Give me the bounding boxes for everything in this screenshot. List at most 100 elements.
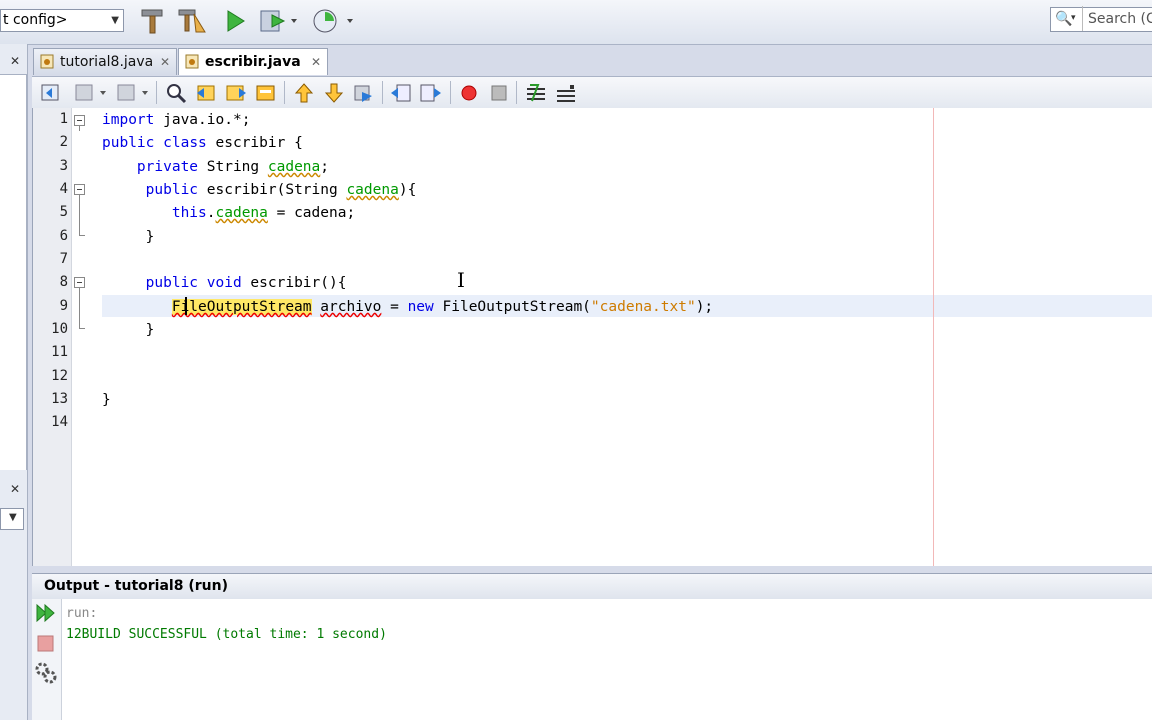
main-toolbar: t config> ▼ 🔍 ▾ Search (C [0, 0, 1152, 45]
output-window-header: Output - tutorial8 (run) [32, 573, 1152, 600]
left-panel-close-icon[interactable]: ✕ [0, 50, 26, 74]
code-editor[interactable]: 1 2 3 4 5 6 7 8 9 10 11 12 13 14 import … [32, 108, 1152, 566]
tab-escribir-java[interactable]: escribir.java ✕ [178, 48, 328, 75]
search-field[interactable]: 🔍 ▾ Search (C [1050, 6, 1152, 32]
keyword: class [163, 135, 207, 151]
rerun-icon[interactable] [34, 602, 58, 624]
tab-tutorial8-java[interactable]: tutorial8.java ✕ [33, 48, 177, 75]
fold-toggle-icon[interactable] [74, 115, 85, 126]
variable-name: archivo [320, 299, 382, 315]
output-line: 12BUILD SUCCESSFUL (total time: 1 second… [66, 627, 387, 642]
editor-toolbar [32, 76, 1152, 110]
java-file-icon [185, 54, 199, 69]
code-line: public escribir(String cadena){ [145, 182, 417, 198]
field-reference: cadena [267, 159, 321, 175]
find-previous-icon[interactable] [195, 82, 219, 104]
field-reference: cadena [346, 182, 399, 198]
line-number: 2 [59, 134, 68, 150]
line-number: 12 [51, 368, 68, 384]
close-icon[interactable]: ✕ [311, 49, 321, 75]
line-number: 10 [51, 321, 68, 337]
line-number: 8 [59, 274, 68, 290]
line-number: 11 [51, 344, 68, 360]
debug-icon[interactable] [258, 6, 300, 36]
unresolved-type: FileOutputStream [171, 299, 312, 315]
line-number: 7 [59, 251, 68, 267]
line-number: 9 [59, 298, 68, 314]
projects-panel [0, 74, 27, 470]
hammer-icon[interactable] [138, 6, 166, 36]
editor-tabs: tutorial8.java ✕ escribir.java ✕ [30, 48, 1152, 76]
record-macro-icon[interactable] [458, 82, 480, 104]
toggle-highlight-icon[interactable] [254, 82, 278, 104]
previous-bookmark-icon[interactable] [292, 82, 316, 104]
code-line: private String cadena; [136, 159, 329, 175]
line-number: 6 [59, 228, 68, 244]
keyword: void [206, 275, 242, 291]
comment-icon[interactable] [524, 82, 548, 104]
clean-build-icon[interactable] [176, 6, 208, 36]
field-reference: cadena [215, 205, 268, 221]
code-line: } [102, 392, 111, 408]
fold-toggle-icon[interactable] [74, 184, 85, 195]
mouse-ibeam-cursor-icon: I [457, 268, 465, 292]
close-icon[interactable]: ✕ [10, 482, 20, 496]
keyword: private [136, 159, 199, 175]
next-bookmark-icon[interactable] [322, 82, 346, 104]
toggle-bookmark-icon[interactable] [352, 82, 376, 104]
uncomment-icon[interactable] [554, 82, 578, 104]
stop-icon[interactable] [34, 632, 58, 654]
keyword: import [102, 112, 155, 128]
line-number: 13 [51, 391, 68, 407]
find-next-icon[interactable] [224, 82, 248, 104]
line-number: 4 [59, 181, 68, 197]
search-placeholder: Search (C [1088, 11, 1152, 27]
keyword: public [145, 182, 199, 198]
code-line: public class escribir { [102, 135, 303, 151]
settings-gear-icon[interactable] [34, 661, 58, 685]
code-line: public void escribir(){ [145, 275, 347, 291]
string-literal: "cadena.txt" [590, 299, 696, 315]
chevron-down-icon[interactable]: ▼ [111, 10, 119, 31]
output-title: Output - tutorial8 (run) [44, 578, 228, 594]
fold-toggle-icon[interactable] [74, 277, 85, 288]
profile-icon[interactable] [310, 6, 356, 36]
navigator-select[interactable]: ▼ [0, 508, 24, 530]
output-window[interactable]: run: 12BUILD SUCCESSFUL (total time: 1 s… [32, 599, 1152, 720]
line-number-gutter: 1 2 3 4 5 6 7 8 9 10 11 12 13 14 [33, 108, 85, 566]
keyword: this [171, 205, 207, 221]
forward-icon[interactable] [116, 82, 150, 104]
code-line: this.cadena = cadena; [171, 205, 356, 221]
line-number: 3 [59, 158, 68, 174]
java-file-icon [40, 54, 54, 69]
configuration-value: t config> [3, 12, 68, 28]
code-line: FileOutputStream archivo = new FileOutpu… [171, 299, 714, 315]
shift-right-icon[interactable] [419, 82, 443, 104]
code-line: } [102, 322, 155, 338]
code-line: import java.io.*; [102, 112, 251, 128]
navigator-panel-header: ✕ ▼ [0, 476, 26, 532]
back-icon[interactable] [74, 82, 108, 104]
stop-macro-icon[interactable] [488, 82, 510, 104]
history-icon[interactable] [40, 82, 64, 104]
output-line: run: [66, 606, 98, 621]
text-caret [185, 297, 187, 315]
chevron-down-icon: ▾ [1071, 13, 1076, 23]
run-icon[interactable] [222, 6, 248, 36]
keyword: public [102, 135, 155, 151]
find-icon[interactable] [165, 82, 189, 104]
output-toolbar [32, 599, 62, 720]
line-number: 5 [59, 204, 68, 220]
close-icon[interactable]: ✕ [160, 49, 170, 75]
search-icon: 🔍 [1055, 11, 1073, 27]
line-number: 14 [51, 414, 68, 430]
right-margin-guide [933, 108, 934, 566]
line-number: 1 [59, 111, 68, 127]
tab-label: escribir.java [205, 54, 301, 70]
tab-label: tutorial8.java [60, 54, 154, 70]
shift-left-icon[interactable] [389, 82, 413, 104]
keyword: new [407, 299, 434, 315]
chevron-down-icon: ▼ [9, 512, 17, 523]
code-line: } [102, 229, 155, 245]
configuration-select[interactable]: t config> ▼ [0, 9, 124, 32]
